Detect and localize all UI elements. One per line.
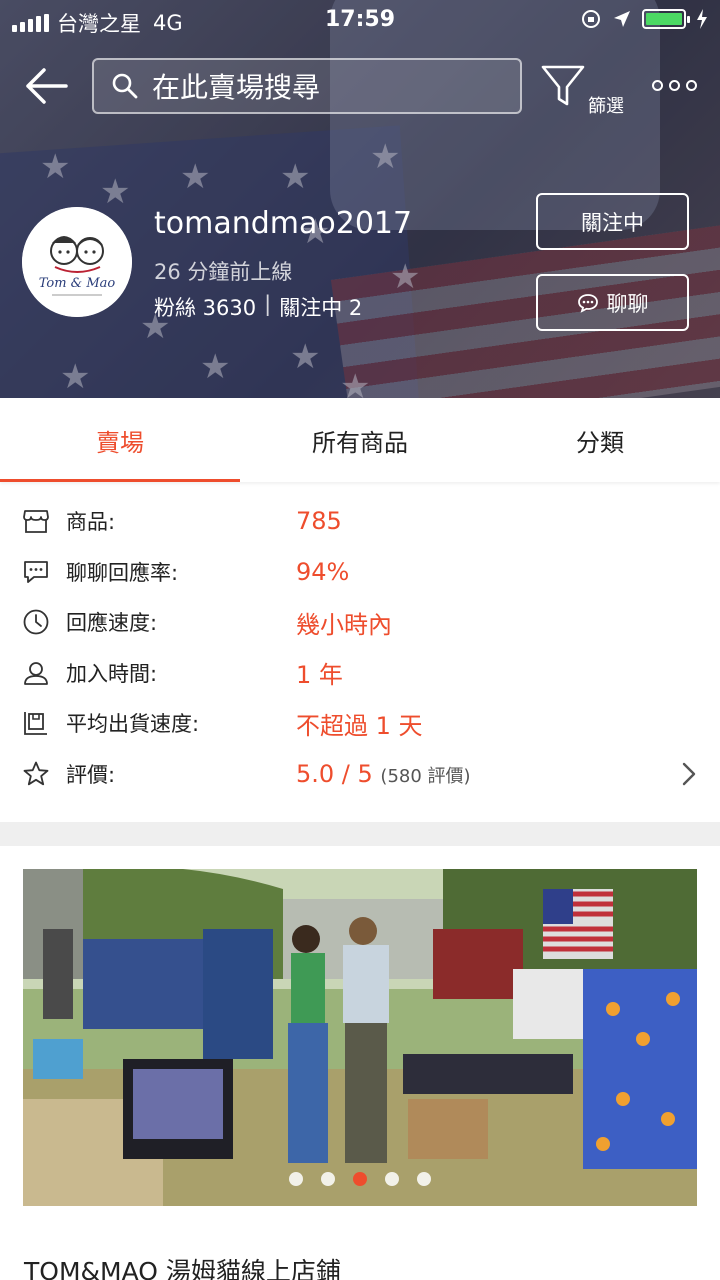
clock-icon xyxy=(23,609,49,635)
more-options-button[interactable] xyxy=(648,72,700,98)
count-separator: | xyxy=(264,292,272,316)
status-bar: 台灣之星 4G 17:59 xyxy=(0,0,720,40)
following-count[interactable]: 關注中 2 xyxy=(279,292,362,322)
banner-photo xyxy=(23,869,697,1206)
location-arrow-icon xyxy=(614,11,630,27)
orientation-lock-icon xyxy=(582,10,600,28)
rating-value: 5.0 / 5 (580 評價) xyxy=(296,760,471,788)
tab-all-products[interactable]: 所有商品 xyxy=(240,398,480,482)
stat-label: 評價: xyxy=(66,762,116,787)
follow-counts: 粉絲 3630 | 關注中 2 xyxy=(154,292,362,322)
shop-logo: Tom & Mao xyxy=(22,207,132,317)
stat-value: 1 年 xyxy=(296,661,343,690)
shop-avatar[interactable]: Tom & Mao xyxy=(22,207,132,317)
section-divider xyxy=(0,822,720,846)
filter-funnel-icon xyxy=(541,65,585,106)
stat-value: 不超過 1 天 xyxy=(296,711,423,740)
carousel-dot[interactable] xyxy=(321,1172,335,1186)
chevron-right-icon xyxy=(682,762,696,785)
stat-label: 回應速度: xyxy=(66,611,158,636)
carousel-dot-active[interactable] xyxy=(353,1172,367,1186)
stat-response-speed: 回應速度: 幾小時內 xyxy=(0,597,720,648)
dot xyxy=(685,79,697,91)
following-button-label: 關注中 xyxy=(581,210,644,235)
dot xyxy=(668,79,680,91)
stat-value: 94% xyxy=(296,557,350,586)
filter-label: 篩選 xyxy=(588,96,624,117)
stat-label: 平均出貨速度: xyxy=(66,712,200,737)
carousel-dot[interactable] xyxy=(289,1172,303,1186)
logo-text: Tom & Mao xyxy=(39,276,116,291)
user-icon xyxy=(24,661,48,685)
star-icon xyxy=(23,761,49,785)
shop-cover: ★ ★ ★ ★ ★ ★ ★ ★ ★ ★ ★ ★ 台灣之星 4G 17:59 在此… xyxy=(0,0,720,398)
back-button[interactable] xyxy=(22,64,70,108)
carousel-dot[interactable] xyxy=(417,1172,431,1186)
stat-value: 785 xyxy=(296,507,342,536)
last-online-status: 26 分鐘前上線 xyxy=(154,260,293,284)
search-placeholder: 在此賣場搜尋 xyxy=(152,71,321,104)
charging-bolt-icon xyxy=(697,9,707,29)
shop-display-title: TOM&MAO 湯姆貓線上店鋪 xyxy=(24,1257,341,1280)
following-button[interactable]: 關注中 xyxy=(536,193,689,250)
stat-label: 商品: xyxy=(66,510,116,535)
chat-bubble-icon xyxy=(24,560,48,583)
filter-button[interactable]: 篩選 xyxy=(540,62,632,117)
back-arrow-icon xyxy=(26,68,68,104)
followers-count[interactable]: 粉絲 3630 xyxy=(154,292,256,322)
store-icon xyxy=(23,510,49,534)
shop-banner-carousel[interactable] xyxy=(23,869,697,1206)
carousel-indicator xyxy=(23,1172,697,1186)
stat-rating[interactable]: 評價: 5.0 / 5 (580 評價) xyxy=(0,749,720,800)
chat-button-label: 聊聊 xyxy=(606,291,649,316)
chat-button[interactable]: 聊聊 xyxy=(536,274,689,331)
stat-joined: 加入時間: 1 年 xyxy=(0,648,720,699)
shop-search-input[interactable]: 在此賣場搜尋 xyxy=(92,58,522,114)
stat-shipping-speed: 平均出貨速度: 不超過 1 天 xyxy=(0,698,720,749)
shipping-box-icon xyxy=(24,712,47,736)
stat-label: 加入時間: xyxy=(66,661,158,686)
stat-chat-response-rate: 聊聊回應率: 94% xyxy=(0,547,720,598)
dot xyxy=(651,79,663,91)
shop-tabs: 賣場 所有商品 分類 xyxy=(0,398,720,482)
shop-stats: 商品: 785 聊聊回應率: 94% 回應速度: 幾小時內 加入時間: 1 年 xyxy=(0,496,720,799)
chat-icon xyxy=(577,293,598,313)
rating-score: 5.0 / 5 xyxy=(296,759,373,788)
stat-label: 聊聊回應率: xyxy=(66,560,179,585)
stat-value: 幾小時內 xyxy=(296,610,392,639)
battery-icon xyxy=(642,9,690,29)
tab-categories[interactable]: 分類 xyxy=(480,398,720,482)
search-icon xyxy=(112,73,138,99)
shop-username: tomandmao2017 xyxy=(154,206,413,241)
stat-products: 商品: 785 xyxy=(0,496,720,547)
tab-shop[interactable]: 賣場 xyxy=(0,398,240,482)
carousel-dot[interactable] xyxy=(385,1172,399,1186)
rating-count: (580 評價) xyxy=(380,765,471,787)
